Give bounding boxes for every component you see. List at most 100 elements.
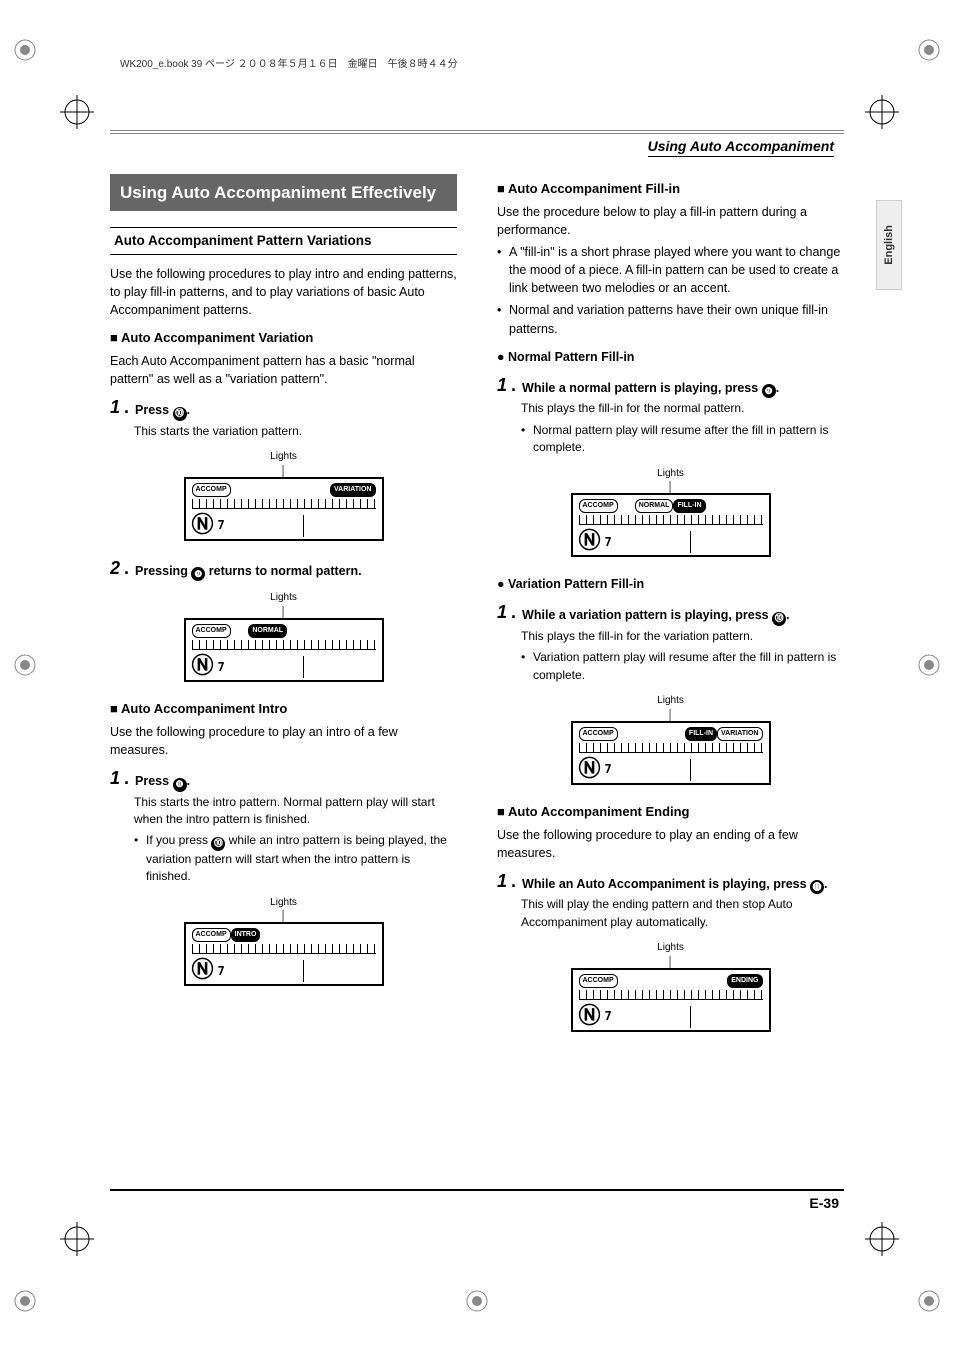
step: 1. Press ❽. [110,769,457,792]
lcd-tag: FILL-IN [673,499,705,513]
step-dot: . [124,559,129,582]
page: WK200_e.book 39 ページ ２００８年５月１６日 金曜日 午後８時４… [0,0,954,1351]
lcd-box: ACCOMP INTRO Ⓝ 7 [184,922,384,986]
body-text: Each Auto Accompaniment pattern has a ba… [110,352,457,388]
diagram-label: Lights [184,591,384,606]
step-dot: . [124,398,129,421]
page-number: E-39 [809,1195,839,1211]
step: 2. Pressing ❾ returns to normal pattern. [110,559,457,582]
divider [303,960,304,982]
registration-mark-icon [60,95,94,129]
lcd-diagram: Lights │ ACCOMP INTRO Ⓝ 7 [184,896,384,987]
registration-mark-icon [865,95,899,129]
ref-button-icon: ❽ [173,778,187,792]
step-detail: This plays the fill-in for the normal pa… [521,400,844,417]
pointer-icon: │ [571,483,771,493]
bullet: If you press ⓾ while an intro pattern is… [134,832,457,885]
lcd-tag: FILL-IN [685,727,717,741]
step-number: 2 [110,559,120,582]
step-detail: This starts the variation pattern. [134,423,457,440]
crop-mark-icon [10,1286,40,1316]
divider [690,531,691,553]
body-text: Use the following procedure to play an e… [497,826,844,862]
ruler-icon [192,640,376,650]
ref-button-icon: ⓾ [173,407,187,421]
seven-segment: 7 [605,534,612,551]
lcd-tag: VARIATION [717,727,762,741]
pointer-icon: │ [184,608,384,618]
bullet: Normal pattern play will resume after th… [521,422,844,457]
content-columns: Using Auto Accompaniment Effectively Aut… [110,170,844,1050]
step-text: While a normal pattern is playing, press… [522,376,779,399]
lcd-tag: INTRO [231,928,261,942]
ref-button-icon: ⓾ [211,837,225,851]
seven-segment: 7 [605,761,612,778]
footer-rule [110,1189,844,1191]
crop-mark-icon [462,1286,492,1316]
lcd-tag: ACCOMP [579,974,618,988]
lcd-tag: ACCOMP [579,499,618,513]
seven-segment: 7 [605,1008,612,1025]
diagram-label: Lights [571,941,771,956]
pointer-icon: │ [184,467,384,477]
divider [303,656,304,678]
diagram-label: Lights [184,896,384,911]
step-detail: This starts the intro pattern. Normal pa… [134,794,457,829]
step-dot: . [124,769,129,792]
lcd-tag: ACCOMP [192,624,231,638]
language-tab-label: English [883,225,895,265]
body-text: Use the following procedure to play an i… [110,723,457,759]
step-dot: . [511,603,516,626]
lcd-tag: ACCOMP [192,928,231,942]
digit-icon: Ⓝ [192,656,212,678]
step-dot: . [511,872,516,895]
digit-icon: Ⓝ [579,759,599,781]
ruler-icon [579,743,763,753]
subsection-title: Auto Accompaniment Pattern Variations [110,227,457,255]
step: 1. While a variation pattern is playing,… [497,603,844,626]
bullet: A "fill-in" is a short phrase played whe… [497,243,844,297]
lcd-tag: ENDING [727,974,762,988]
body-text: Use the following procedures to play int… [110,265,457,319]
digit-icon: Ⓝ [579,531,599,553]
step-number: 1 [497,376,507,399]
seven-segment: 7 [218,517,225,534]
digit-icon: Ⓝ [579,1006,599,1028]
pointer-icon: │ [571,958,771,968]
step-text: While an Auto Accompaniment is playing, … [522,872,828,895]
crop-mark-icon [914,35,944,65]
step-text: While a variation pattern is playing, pr… [522,603,790,626]
divider [690,759,691,781]
step: 1. Press ⓾. [110,398,457,421]
dot-heading: Variation Pattern Fill-in [497,575,844,593]
lcd-tag: ACCOMP [579,727,618,741]
step-dot: . [511,376,516,399]
ref-button-icon: ❾ [762,384,776,398]
divider [303,515,304,537]
step-detail: This plays the fill-in for the variation… [521,628,844,645]
digit-icon: Ⓝ [192,960,212,982]
crop-mark-icon [914,1286,944,1316]
print-header: WK200_e.book 39 ページ ２００８年５月１６日 金曜日 午後８時４… [120,55,458,70]
crop-mark-icon [10,35,40,65]
crop-mark-icon [914,650,944,680]
diagram-label: Lights [571,467,771,482]
seven-segment: 7 [218,659,225,676]
registration-mark-icon [60,1222,94,1256]
running-head: Using Auto Accompaniment [648,138,834,157]
bullet: Variation pattern play will resume after… [521,649,844,684]
ruler-icon [579,990,763,1000]
divider [690,1006,691,1028]
language-tab: English [876,200,902,290]
ruler-icon [192,499,376,509]
crop-mark-icon [10,650,40,680]
step-number: 1 [497,603,507,626]
left-column: Using Auto Accompaniment Effectively Aut… [110,170,457,1050]
step-text: Press ❽. [135,769,190,792]
lcd-tag: ACCOMP [192,483,231,497]
lcd-tag: NORMAL [248,624,287,638]
ref-button-icon: ⓾ [772,612,786,626]
step-number: 1 [110,769,120,792]
digit-icon: Ⓝ [192,515,212,537]
right-column: Auto Accompaniment Fill-in Use the proce… [497,170,844,1050]
